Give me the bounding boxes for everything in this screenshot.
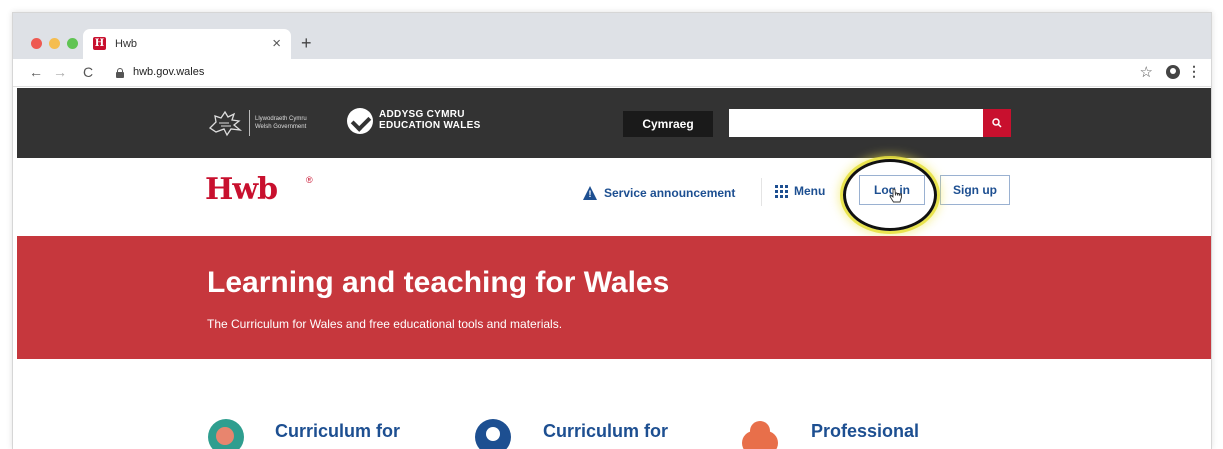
gov-logo-text: Llywodraeth Cymru Welsh Government	[255, 116, 307, 130]
hand-cursor-icon	[889, 188, 902, 203]
education-wales-logo[interactable]: ADDYSG CYMRU EDUCATION WALES	[347, 103, 497, 143]
browser-menu-icon[interactable]: ⋮	[1187, 63, 1201, 80]
cloud-icon	[742, 419, 778, 449]
maximize-window-button[interactable]	[67, 38, 78, 49]
hero-title: Learning and teaching for Wales	[207, 266, 670, 299]
new-tab-button[interactable]: +	[301, 33, 312, 54]
browser-window: H Hwb × + ← → C hwb.gov.wales ☆ ⋮ Llywod…	[12, 12, 1212, 449]
grid-menu-icon	[775, 184, 788, 198]
back-arrow-icon[interactable]: ←	[29, 64, 43, 80]
card-title-curriculum[interactable]: Curriculum for	[275, 421, 400, 442]
card-title-curriculum-2[interactable]: Curriculum for	[543, 421, 668, 442]
warning-icon	[583, 186, 598, 200]
search-input[interactable]	[729, 109, 983, 137]
dragon-icon	[208, 110, 243, 137]
curriculum-icon	[208, 419, 244, 449]
ew-logo-line2: EDUCATION WALES	[379, 120, 481, 131]
nav-divider	[761, 178, 762, 206]
hwb-favicon-icon: H	[93, 37, 106, 50]
address-bar-row: ← → C hwb.gov.wales ☆ ⋮	[13, 59, 1211, 87]
service-announcement-label: Service announcement	[604, 186, 736, 200]
reload-icon[interactable]: C	[83, 64, 93, 80]
url-field[interactable]: hwb.gov.wales	[133, 66, 204, 78]
cymraeg-language-button[interactable]: Cymraeg	[623, 111, 713, 137]
registered-mark: ®	[306, 175, 313, 185]
tab-close-icon[interactable]: ×	[272, 35, 281, 52]
welsh-government-logo[interactable]: Llywodraeth Cymru Welsh Government	[207, 106, 327, 140]
lock-icon	[116, 68, 125, 78]
search-icon	[992, 118, 1002, 128]
hero-banner: Learning and teaching for Wales The Curr…	[17, 236, 1211, 359]
logo-divider	[249, 110, 250, 136]
feature-cards: Curriculum for Curriculum for Profession…	[17, 359, 1211, 449]
close-window-button[interactable]	[31, 38, 42, 49]
ew-logo-line1: ADDYSG CYMRU	[379, 109, 465, 120]
minimize-window-button[interactable]	[49, 38, 60, 49]
checkmark-icon	[347, 108, 373, 134]
hero-subtitle: The Curriculum for Wales and free educat…	[207, 317, 563, 331]
tab-strip: H Hwb × +	[13, 13, 1211, 59]
window-controls	[31, 38, 78, 49]
site-nav: Hwb ® Service announcement Menu Log in S…	[17, 158, 1211, 236]
forward-arrow-icon[interactable]: →	[53, 64, 67, 80]
service-announcement-link[interactable]: Service announcement	[583, 184, 735, 202]
card-title-professional[interactable]: Professional	[811, 421, 919, 442]
tab-title: Hwb	[115, 38, 138, 50]
menu-label: Menu	[794, 184, 826, 198]
menu-button[interactable]: Menu	[775, 184, 825, 198]
person-icon	[475, 419, 511, 449]
site-top-band: Llywodraeth Cymru Welsh Government ADDYSG…	[17, 88, 1211, 158]
profile-icon[interactable]	[1166, 65, 1180, 79]
search-button[interactable]	[983, 109, 1011, 137]
hwb-logo[interactable]: Hwb	[205, 172, 278, 207]
signup-button[interactable]: Sign up	[940, 175, 1010, 205]
browser-tab[interactable]: H Hwb ×	[83, 29, 291, 59]
bookmark-star-icon[interactable]: ☆	[1140, 63, 1153, 81]
